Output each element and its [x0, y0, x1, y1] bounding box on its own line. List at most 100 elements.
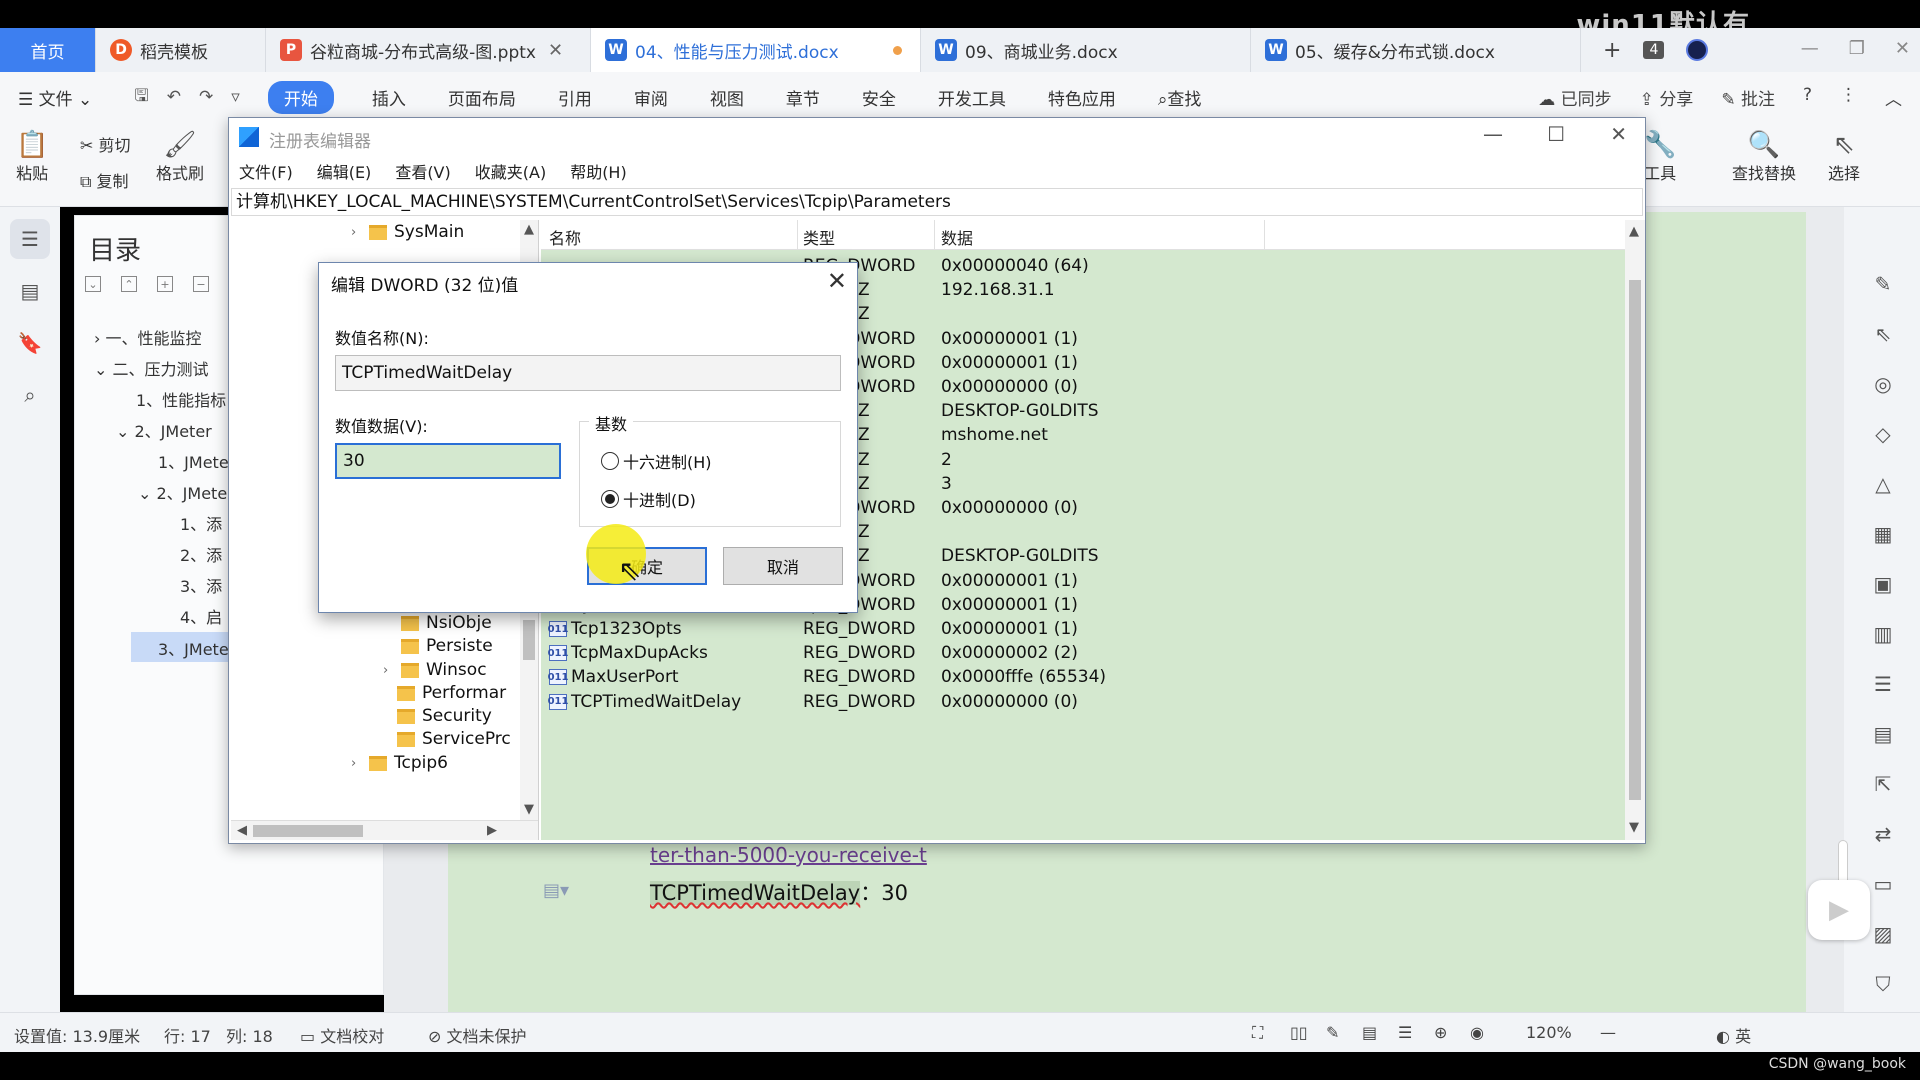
copy-button[interactable]: ⧉ 复制: [80, 168, 129, 192]
protect-button[interactable]: ⊘ 文档未保护: [428, 1023, 527, 1047]
toc-arrow[interactable]: ⌄: [94, 360, 107, 379]
more-vert-icon[interactable]: ⋮: [1840, 85, 1857, 110]
toc-item[interactable]: 1、添: [180, 511, 222, 535]
toc-item[interactable]: ⌄ 2、JMete: [138, 480, 227, 504]
redo-icon[interactable]: ↷: [199, 87, 213, 107]
scroll-thumb[interactable]: [253, 825, 363, 837]
toc-item[interactable]: ⌄ 二、压力测试: [94, 356, 209, 380]
play-icon[interactable]: ▶: [1808, 880, 1870, 940]
scroll-right-icon[interactable]: ▶: [487, 823, 497, 838]
toc-arrow[interactable]: ⌄: [138, 484, 151, 503]
restore-icon[interactable]: ❐: [1849, 38, 1865, 59]
column-divider[interactable]: [797, 220, 798, 250]
regedit-menu-favorites[interactable]: 收藏夹(A): [475, 159, 546, 183]
doc-text-line[interactable]: TCPTimedWaitDelay：30: [650, 877, 908, 907]
read-mode-icon[interactable]: ▯▯: [1290, 1023, 1308, 1042]
value-name-field[interactable]: TCPTimedWaitDelay: [335, 355, 841, 391]
tree-arrow[interactable]: ›: [351, 756, 361, 771]
toc-item[interactable]: 4、启: [180, 604, 222, 628]
avatar[interactable]: [1686, 39, 1709, 61]
column-type[interactable]: 类型: [803, 225, 835, 249]
radio-circle[interactable]: [601, 490, 619, 508]
toc-nav-icon[interactable]: ☰: [10, 219, 50, 259]
toc-item[interactable]: 1、性能指标: [136, 387, 226, 411]
menu-dev-tools[interactable]: 开发工具: [938, 85, 1006, 110]
new-tab-icon[interactable]: +: [1603, 38, 1621, 63]
registry-path-field[interactable]: 计算机\HKEY_LOCAL_MACHINE\SYSTEM\CurrentCon…: [231, 188, 1643, 216]
close-icon[interactable]: ✕: [548, 40, 563, 61]
grid-icon[interactable]: ▣: [1866, 567, 1900, 601]
toc-item[interactable]: ⌄ 2、JMeter: [116, 418, 212, 442]
regedit-menu-view[interactable]: 查看(V): [395, 159, 450, 183]
table-icon[interactable]: ▦: [1866, 517, 1900, 551]
archive-icon[interactable]: ▭: [1866, 867, 1900, 901]
scroll-down-icon[interactable]: ▼: [524, 802, 534, 817]
menu-security[interactable]: 安全: [862, 85, 896, 110]
fullscreen-icon[interactable]: ⛶: [1252, 1023, 1263, 1043]
format-painter-button[interactable]: 🖌 格式刷: [156, 130, 204, 184]
ime-indicator[interactable]: ◐ 英: [1716, 1023, 1751, 1047]
menu-chapter[interactable]: 章节: [786, 85, 820, 110]
scroll-thumb[interactable]: [523, 620, 535, 660]
list-scrollbar[interactable]: ▲ ▼: [1625, 220, 1645, 840]
radio-circle[interactable]: [601, 452, 619, 470]
menu-insert[interactable]: 插入: [372, 85, 406, 110]
tree-node[interactable]: Persiste: [401, 636, 493, 656]
help-icon[interactable]: ?: [1803, 85, 1812, 110]
image-icon[interactable]: ▨: [1866, 917, 1900, 951]
tree-node[interactable]: Performar: [397, 683, 506, 703]
tools-button[interactable]: 🔧 工具: [1644, 130, 1676, 184]
cut-button[interactable]: ✂ 剪切: [80, 132, 131, 156]
pages-nav-icon[interactable]: ▤: [10, 271, 50, 311]
toc-item-selected[interactable]: 3、JMete: [131, 632, 231, 662]
table-row[interactable]: 011 TCPTimedWaitDelay REG_DWORD 0x00000000 …: [541, 690, 1645, 714]
menu-view[interactable]: 视图: [710, 85, 744, 110]
tree-node[interactable]: › Tcpip6: [351, 753, 448, 773]
scroll-thumb[interactable]: [1629, 280, 1641, 800]
cancel-button[interactable]: 取消: [723, 547, 843, 585]
scroll-down-icon[interactable]: ▼: [1629, 820, 1639, 835]
toc-item[interactable]: › 一、性能监控: [94, 325, 202, 349]
doc-hyperlink[interactable]: ter-than-5000-you-receive-t: [650, 843, 927, 867]
outline-view-icon[interactable]: ☰: [1398, 1023, 1412, 1042]
close-icon[interactable]: ✕: [1610, 122, 1627, 146]
export-icon[interactable]: ⇱: [1866, 767, 1900, 801]
table-row[interactable]: 011 Tcp1323Opts REG_DWORD 0x00000001 (1): [541, 617, 1645, 641]
column-divider[interactable]: [934, 220, 935, 250]
menu-search[interactable]: ⌕查找: [1158, 85, 1202, 110]
sync-button[interactable]: ☁ 已同步: [1538, 85, 1611, 110]
minimize-icon[interactable]: —: [1483, 122, 1503, 146]
eye-mode-icon[interactable]: ◉: [1470, 1023, 1484, 1042]
scroll-up-icon[interactable]: ▲: [524, 222, 534, 237]
tree-arrow[interactable]: ›: [383, 663, 393, 678]
page-view-icon[interactable]: ▤: [1362, 1023, 1377, 1042]
tab-active-docx[interactable]: W 04、性能与压力测试.docx: [591, 28, 921, 72]
menu-file[interactable]: ☰ 文件 ⌄: [18, 85, 92, 110]
tree-node[interactable]: NsiObje: [401, 613, 492, 633]
maximize-icon[interactable]: ☐: [1547, 122, 1565, 146]
toc-item[interactable]: 3、添: [180, 573, 222, 597]
value-data-input[interactable]: 30: [335, 443, 561, 479]
tree-horizontal-scrollbar[interactable]: ◀ ▶: [231, 820, 538, 840]
shapes-icon[interactable]: ◇: [1866, 417, 1900, 451]
pen-icon[interactable]: ✎: [1866, 267, 1900, 301]
edit-mode-icon[interactable]: ✎: [1326, 1023, 1339, 1042]
paragraph-icon[interactable]: ▤▾: [543, 880, 569, 901]
zoom-out-icon[interactable]: —: [1600, 1023, 1616, 1042]
save-icon[interactable]: 🖫: [134, 83, 148, 112]
tree-arrow[interactable]: ›: [351, 225, 361, 240]
toc-item[interactable]: 1、JMete: [158, 449, 229, 473]
regedit-menu-file[interactable]: 文件(F): [239, 159, 293, 183]
menu-page-layout[interactable]: 页面布局: [448, 85, 516, 110]
table-row[interactable]: 011 TcpMaxDupAcks REG_DWORD 0x00000002 (2): [541, 641, 1645, 665]
sliders-icon[interactable]: ☰: [1866, 667, 1900, 701]
scroll-left-icon[interactable]: ◀: [237, 823, 247, 838]
collapse-all-icon[interactable]: ⌄: [85, 276, 101, 292]
menu-review[interactable]: 审阅: [634, 85, 668, 110]
menu-special[interactable]: 特色应用: [1048, 85, 1116, 110]
document-icon[interactable]: ▤: [1866, 717, 1900, 751]
undo-icon[interactable]: ↶: [167, 87, 181, 107]
tree-node[interactable]: Security: [397, 706, 492, 726]
tree-node[interactable]: › SysMain: [351, 222, 464, 242]
tab-pptx[interactable]: P 谷粒商城-分布式高级-图.pptx ✕: [266, 28, 591, 72]
